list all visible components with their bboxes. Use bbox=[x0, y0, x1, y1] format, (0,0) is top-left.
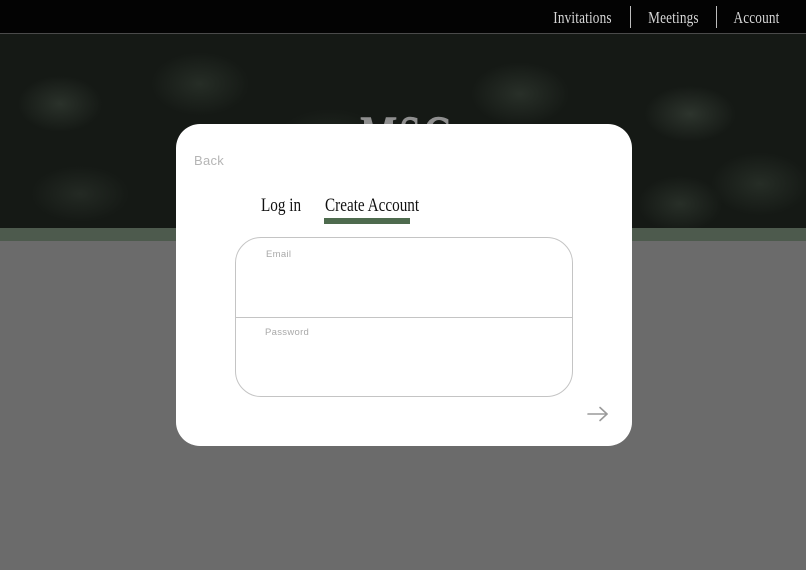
nav-item-invitations[interactable]: Invitations bbox=[552, 6, 614, 29]
password-input[interactable] bbox=[264, 346, 548, 382]
nav-item-meetings[interactable]: Meetings bbox=[647, 6, 701, 29]
auth-modal: Back Log in Create Account Email Passwor… bbox=[176, 124, 632, 446]
tab-create-account[interactable]: Create Account bbox=[325, 194, 419, 218]
arrow-right-icon[interactable] bbox=[586, 404, 610, 424]
nav-divider bbox=[716, 6, 717, 28]
main-nav: Invitations Meetings Account bbox=[543, 6, 788, 29]
active-tab-indicator bbox=[324, 218, 410, 224]
auth-tabs: Log in Create Account bbox=[176, 194, 632, 234]
nav-item-account[interactable]: Account bbox=[732, 6, 781, 29]
password-field-container: Password bbox=[236, 317, 572, 396]
email-field-container: Email bbox=[236, 238, 572, 316]
nav-divider bbox=[630, 6, 632, 28]
top-nav-bar: Invitations Meetings Account bbox=[0, 0, 806, 34]
email-label: Email bbox=[266, 249, 292, 260]
password-label: Password bbox=[265, 327, 310, 338]
email-input[interactable] bbox=[264, 266, 548, 302]
credentials-form: Email Password bbox=[235, 237, 573, 397]
back-link[interactable]: Back bbox=[194, 153, 224, 168]
tab-log-in[interactable]: Log in bbox=[261, 194, 301, 218]
